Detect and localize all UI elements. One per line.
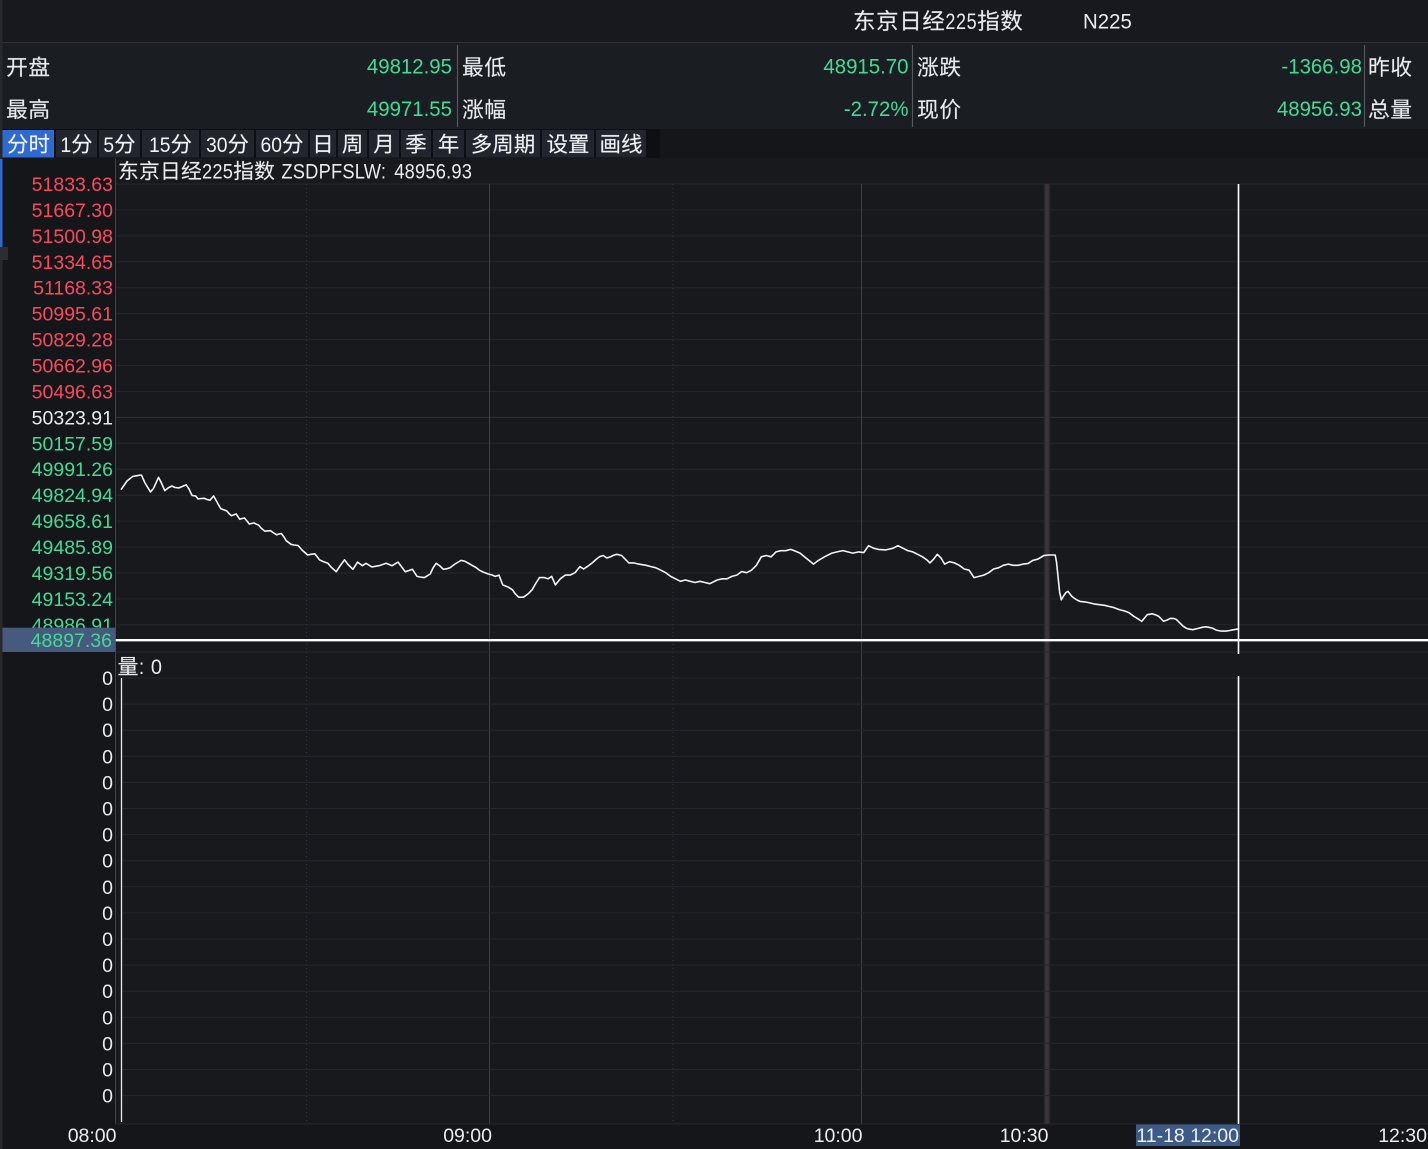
svg-text:60: 60 <box>261 133 283 157</box>
svg-text:0: 0 <box>102 903 113 925</box>
svg-text:10:30: 10:30 <box>1000 1125 1049 1147</box>
svg-text:0: 0 <box>151 656 162 680</box>
svg-text:49812.95: 49812.95 <box>367 55 452 79</box>
svg-text:10:00: 10:00 <box>814 1125 863 1147</box>
svg-text:49319.56: 49319.56 <box>32 563 113 585</box>
svg-text:49485.89: 49485.89 <box>32 537 113 559</box>
svg-text:51667.30: 51667.30 <box>32 200 113 222</box>
svg-text:5: 5 <box>103 133 114 157</box>
svg-text:08:00: 08:00 <box>68 1125 117 1147</box>
svg-text:0: 0 <box>102 746 113 768</box>
svg-text:48897.36: 48897.36 <box>31 630 112 652</box>
svg-text:09:00: 09:00 <box>443 1125 492 1147</box>
svg-text::: : <box>139 656 145 680</box>
svg-text:N225: N225 <box>1083 10 1132 34</box>
svg-text:0: 0 <box>102 694 113 716</box>
svg-text:50829.28: 50829.28 <box>32 330 113 352</box>
svg-text:0: 0 <box>102 877 113 899</box>
svg-text:49658.61: 49658.61 <box>32 511 113 533</box>
svg-text:0: 0 <box>102 1033 113 1055</box>
svg-text:51334.65: 51334.65 <box>32 252 113 274</box>
svg-text:0: 0 <box>102 799 113 821</box>
svg-text:15: 15 <box>149 133 171 157</box>
svg-text:12:30: 12:30 <box>1378 1125 1427 1147</box>
svg-text:50662.96: 50662.96 <box>32 356 113 378</box>
svg-text:30: 30 <box>206 133 228 157</box>
svg-text:11-18 12:00: 11-18 12:00 <box>1136 1125 1239 1147</box>
svg-text:-1366.98: -1366.98 <box>1281 55 1362 79</box>
svg-text:49824.94: 49824.94 <box>32 485 113 507</box>
svg-text:0: 0 <box>102 668 113 690</box>
svg-text:0: 0 <box>102 825 113 847</box>
svg-text:49971.55: 49971.55 <box>367 97 452 121</box>
svg-text:48915.70: 48915.70 <box>823 55 908 79</box>
svg-text:1: 1 <box>60 133 71 157</box>
svg-text:50157.59: 50157.59 <box>32 433 113 455</box>
svg-text:0: 0 <box>102 720 113 742</box>
svg-text:51168.33: 51168.33 <box>33 278 113 300</box>
svg-text:0: 0 <box>102 851 113 873</box>
svg-text:0: 0 <box>102 772 113 794</box>
svg-text:51833.63: 51833.63 <box>32 174 113 196</box>
svg-text:225: 225 <box>202 160 233 183</box>
svg-text:50995.61: 50995.61 <box>32 304 113 326</box>
svg-text:0: 0 <box>102 1086 113 1108</box>
svg-text:50496.63: 50496.63 <box>32 381 113 403</box>
svg-text:0: 0 <box>102 1060 113 1082</box>
svg-text:0: 0 <box>102 929 113 951</box>
svg-text:48956.93: 48956.93 <box>1277 97 1362 121</box>
svg-text:0: 0 <box>102 981 113 1003</box>
svg-text:48956.93: 48956.93 <box>394 160 472 183</box>
svg-text:49153.24: 49153.24 <box>32 589 113 611</box>
svg-text:51500.98: 51500.98 <box>32 226 113 248</box>
svg-text:ZSDPFSLW:: ZSDPFSLW: <box>281 160 386 183</box>
svg-text:0: 0 <box>102 1007 113 1029</box>
svg-text:49991.26: 49991.26 <box>32 459 113 481</box>
svg-text:50323.91: 50323.91 <box>32 407 113 429</box>
svg-text:-2.72%: -2.72% <box>844 97 909 121</box>
svg-text:225: 225 <box>945 10 977 34</box>
svg-text:0: 0 <box>102 955 113 977</box>
